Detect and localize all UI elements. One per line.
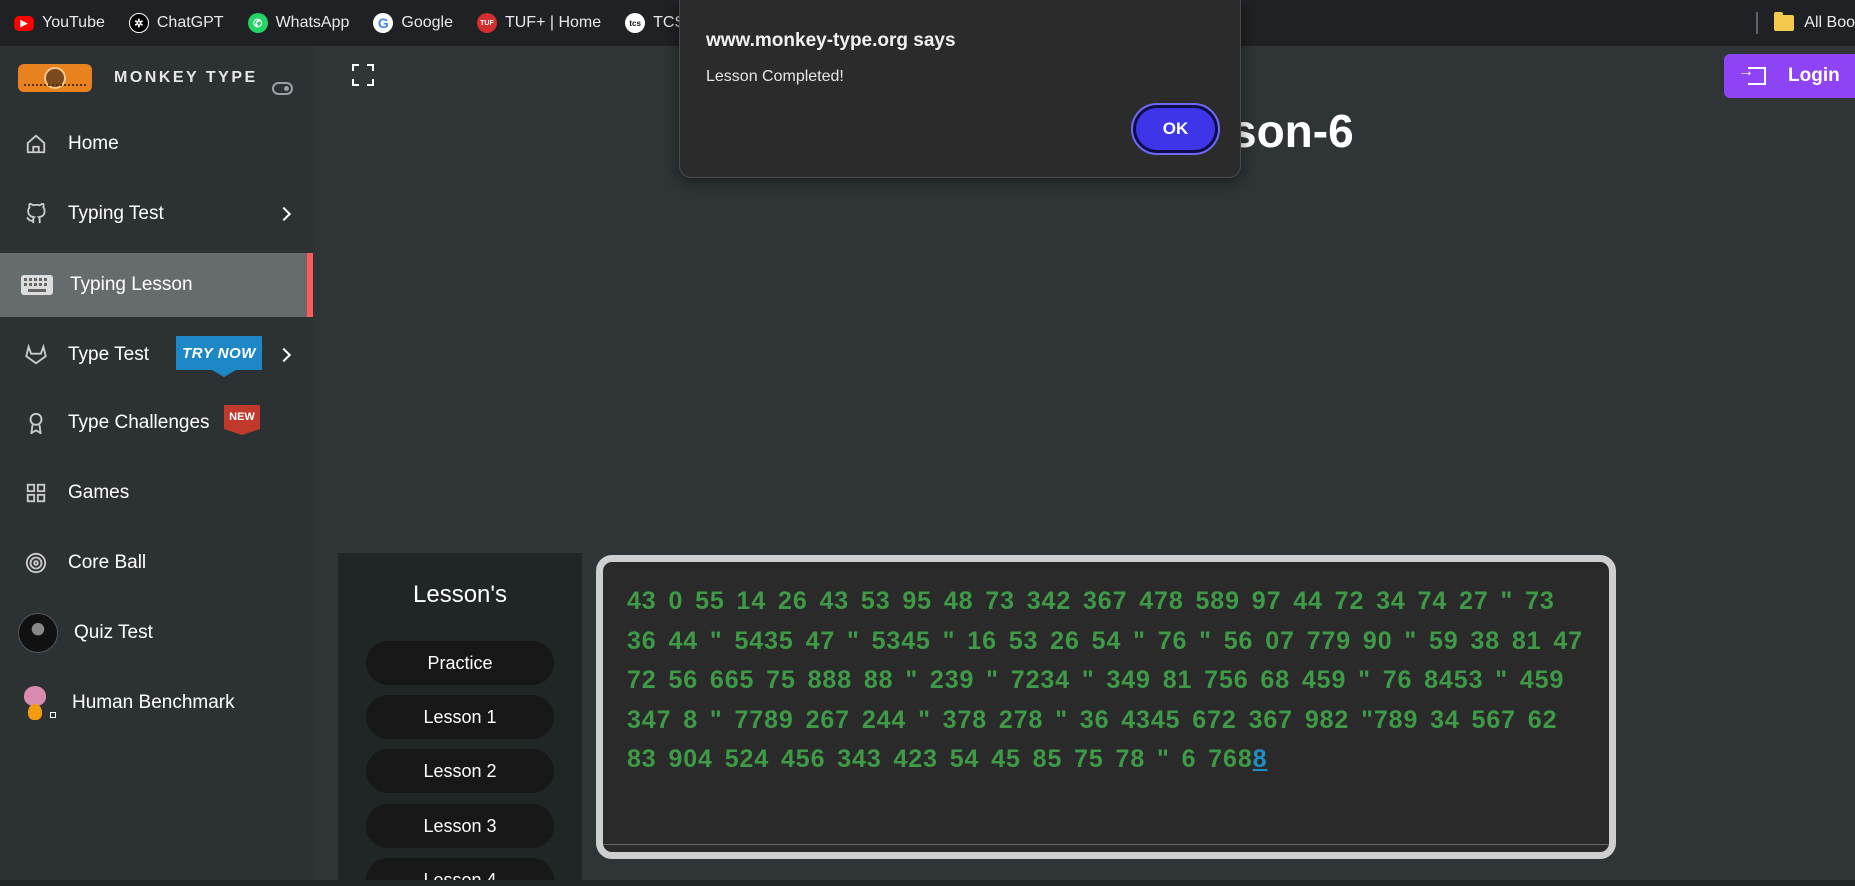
sidebar-item-label: Typing Lesson — [70, 274, 193, 295]
grid-icon — [24, 481, 48, 505]
bookmark-label: TUF+ | Home — [504, 14, 602, 31]
target-icon — [24, 551, 48, 575]
sidebar-item-games[interactable]: Games — [0, 461, 313, 525]
sidebar-item-label: Home — [68, 133, 119, 154]
whatsapp-icon: ✆ — [247, 13, 268, 33]
github-icon — [24, 202, 48, 226]
bookmark-youtube[interactable]: ▶ YouTube — [0, 0, 115, 46]
sidebar-item-label: Quiz Test — [74, 622, 153, 643]
sidebar-item-label: Human Benchmark — [72, 692, 235, 713]
brand-logo[interactable]: MONKEY TYPE — [18, 64, 258, 92]
award-icon — [24, 411, 48, 435]
login-icon — [1738, 63, 1766, 85]
brain-avatar-icon — [22, 686, 56, 720]
home-icon — [24, 132, 48, 156]
page-title: son-6 — [1231, 105, 1354, 157]
sidebar-item-type-challenges[interactable]: Type Challenges NEW — [0, 391, 313, 455]
typing-input-line — [603, 844, 1609, 852]
sidebar-item-label: Type Challenges — [68, 412, 210, 433]
typed-text: 43 0 55 14 26 43 53 95 48 73 342 367 478… — [627, 587, 1583, 773]
bookmark-google[interactable]: G Google — [359, 0, 463, 46]
quiz-avatar-icon — [18, 613, 58, 653]
bookmark-whatsapp[interactable]: ✆ WhatsApp — [234, 0, 360, 46]
lessons-title: Lesson's — [413, 581, 507, 608]
bookmark-label: YouTube — [42, 14, 105, 31]
sidebar-item-label: Games — [68, 482, 130, 503]
lesson-button-3[interactable]: Lesson 3 — [366, 804, 554, 848]
gitlab-icon — [24, 343, 48, 367]
google-icon: G — [373, 13, 394, 33]
bookmark-chatgpt[interactable]: ✲ ChatGPT — [115, 0, 234, 46]
sidebar-item-core-ball[interactable]: Core Ball — [0, 531, 313, 595]
chevron-right-icon — [276, 206, 292, 222]
sidebar-item-label: Typing Test — [68, 203, 164, 224]
current-character: 8 — [1252, 745, 1268, 773]
lesson-button-1[interactable]: Lesson 1 — [366, 695, 554, 739]
tcs-icon: tcs — [625, 13, 646, 33]
brand-name: MONKEY TYPE — [114, 69, 258, 86]
chevron-right-icon — [276, 347, 292, 363]
folder-icon — [1774, 12, 1795, 31]
lessons-panel: Lesson's Practice Lesson 1 Lesson 2 Less… — [338, 553, 582, 886]
sidebar-item-quiz-test[interactable]: Quiz Test — [0, 601, 313, 665]
dialog-title: www.monkey-type.org says — [706, 30, 956, 51]
new-badge: NEW — [224, 405, 260, 435]
bookmark-label: WhatsApp — [275, 14, 350, 31]
chatgpt-icon: ✲ — [128, 13, 149, 33]
sidebar-item-typing-lesson[interactable]: Typing Lesson — [0, 253, 313, 317]
monkey-logo-icon — [18, 64, 92, 92]
lesson-button-practice[interactable]: Practice — [366, 641, 554, 685]
page-bottom-edge — [0, 880, 1855, 886]
alert-dialog: www.monkey-type.org says Lesson Complete… — [679, 0, 1241, 178]
all-bookmarks[interactable]: All Boo — [1756, 0, 1855, 46]
login-button[interactable]: Login — [1724, 54, 1855, 98]
sidebar-item-typing-test[interactable]: Typing Test — [0, 182, 313, 246]
sidebar-item-type-test[interactable]: Type Test TRY NOW — [0, 323, 313, 387]
fullscreen-icon[interactable] — [352, 64, 374, 86]
tuf-icon: TUF — [476, 13, 497, 33]
typing-text: 43 0 55 14 26 43 53 95 48 73 342 367 478… — [627, 582, 1587, 780]
lesson-button-2[interactable]: Lesson 2 — [366, 749, 554, 793]
ok-button[interactable]: OK — [1131, 103, 1220, 155]
sidebar-item-label: Type Test — [68, 344, 149, 365]
bookmarks-divider — [1756, 12, 1759, 34]
sidebar-item-home[interactable]: Home — [0, 112, 313, 176]
sidebar: MONKEY TYPE Home Typing Test Typing Less… — [0, 46, 313, 886]
try-now-badge: TRY NOW — [176, 336, 262, 377]
youtube-icon: ▶ — [14, 15, 34, 31]
keyboard-icon — [20, 273, 54, 297]
sidebar-item-human-benchmark[interactable]: Human Benchmark — [0, 671, 313, 735]
bookmark-label: Google — [401, 14, 453, 31]
typing-area[interactable]: 43 0 55 14 26 43 53 95 48 73 342 367 478… — [596, 555, 1616, 859]
dialog-message: Lesson Completed! — [706, 68, 844, 85]
sidebar-item-label: Core Ball — [68, 552, 147, 573]
all-bookmarks-label: All Boo — [1804, 14, 1855, 31]
login-label: Login — [1788, 65, 1840, 86]
theme-toggle-icon[interactable] — [272, 82, 293, 95]
bookmark-tuf[interactable]: TUF TUF+ | Home — [463, 0, 611, 46]
bookmark-label: ChatGPT — [156, 14, 224, 31]
